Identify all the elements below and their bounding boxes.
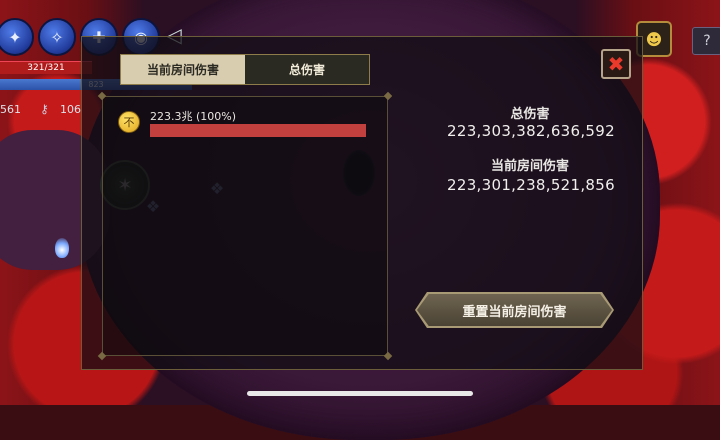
room-damage-value: 223,301,238,521,856 — [447, 176, 615, 194]
tab-current-room-damage[interactable]: 当前房间伤害 — [121, 55, 245, 84]
tab-total-damage[interactable]: 总伤害 — [245, 55, 369, 84]
hp-bar: 321/321 — [0, 61, 92, 74]
player-damage-value: 223.3兆 (100%) — [150, 110, 237, 123]
axe-icon[interactable]: ✧ — [38, 18, 76, 56]
staff-icon[interactable]: ✦ — [0, 18, 34, 56]
hp-text: 321/321 — [27, 63, 65, 73]
close-icon: ✖ — [607, 52, 625, 76]
total-damage-label: 总伤害 — [510, 107, 550, 122]
key-icon: ⚷ — [40, 102, 49, 116]
key-count: 106 — [60, 103, 81, 116]
player-damage-bar — [150, 124, 366, 137]
help-icon[interactable]: ? — [692, 27, 720, 55]
blue-flame-icon — [55, 238, 69, 258]
home-indicator[interactable] — [247, 391, 473, 396]
reset-room-damage-button[interactable]: 重置当前房间伤害 — [417, 294, 612, 326]
player-avatar-icon: 不 — [118, 111, 140, 133]
damage-tabs: 当前房间伤害 总伤害 — [120, 54, 370, 85]
room-damage-label: 当前房间伤害 — [490, 159, 569, 174]
help-symbol: ? — [703, 33, 711, 49]
close-button[interactable]: ✖ — [601, 49, 631, 79]
total-damage-value: 223,303,382,636,592 — [447, 122, 615, 140]
gold-count: 561 — [0, 103, 21, 116]
